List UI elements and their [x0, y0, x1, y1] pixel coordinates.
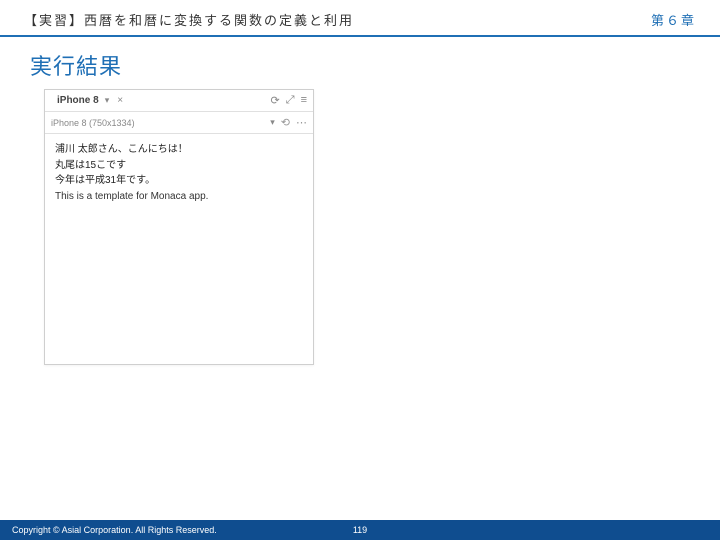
section-title: 実行結果 — [0, 37, 720, 89]
chevron-down-icon[interactable]: ▾ — [105, 95, 110, 106]
chapter-label: 第６章 — [651, 10, 696, 29]
output-line: 今年は平成31年です。 — [55, 173, 303, 189]
more-icon[interactable]: ⋯ — [296, 116, 307, 129]
close-icon[interactable]: × — [117, 95, 123, 106]
simulator-toolbar: iPhone 8 ▾ × ⟳ ⤢ ≡ — [45, 90, 313, 112]
slide-title: 【実習】西暦を和暦に変換する関数の定義と利用 — [24, 10, 354, 29]
resolution-label: iPhone 8 (750x1334) — [51, 118, 135, 128]
expand-icon[interactable]: ⤢ — [286, 94, 295, 107]
slide-header: 【実習】西暦を和暦に変換する関数の定義と利用 第６章 — [0, 0, 720, 37]
rotate-icon[interactable]: ⟲ — [281, 116, 290, 129]
resolution-chevron-icon[interactable]: ▾ — [270, 117, 275, 128]
menu-icon[interactable]: ≡ — [301, 94, 307, 107]
simulator-subbar: iPhone 8 (750x1334) ▾ ⟲ ⋯ — [45, 112, 313, 134]
slide-footer: Copyright © Asial Corporation. All Right… — [0, 520, 720, 540]
reload-icon[interactable]: ⟳ — [271, 94, 280, 107]
output-line: This is a template for Monaca app. — [55, 189, 303, 205]
copyright-text: Copyright © Asial Corporation. All Right… — [12, 525, 217, 535]
simulator-window: iPhone 8 ▾ × ⟳ ⤢ ≡ iPhone 8 (750x1334) ▾… — [44, 89, 314, 365]
output-line: 丸尾は15こです — [55, 158, 303, 174]
simulator-viewport: 浦川 太郎さん、こんにちは！ 丸尾は15こです 今年は平成31年です。 This… — [45, 134, 313, 364]
device-label: iPhone 8 — [57, 95, 99, 106]
output-line: 浦川 太郎さん、こんにちは！ — [55, 142, 303, 158]
page-number: 119 — [353, 525, 367, 535]
screenshot-panel: iPhone 8 ▾ × ⟳ ⤢ ≡ iPhone 8 (750x1334) ▾… — [0, 89, 720, 365]
